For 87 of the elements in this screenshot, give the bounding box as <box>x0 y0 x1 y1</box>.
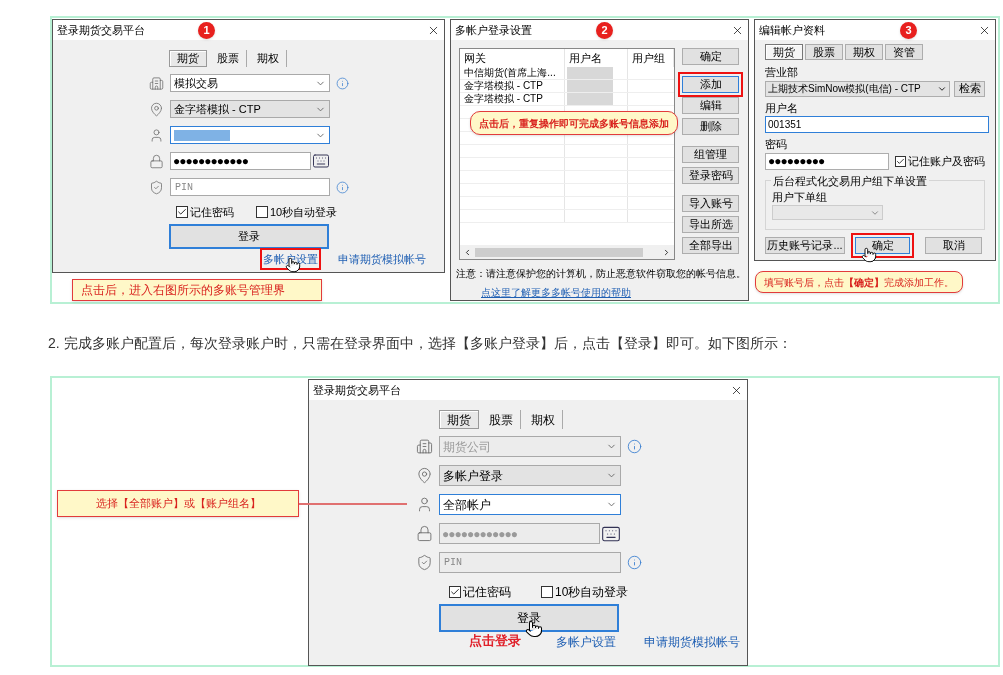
lock-icon <box>149 153 164 169</box>
column-header[interactable]: 网关 <box>460 49 565 67</box>
column-header[interactable]: 用户组 <box>628 49 674 67</box>
callout: 填写账号后，点击【确定】完成添加工作。 <box>755 271 963 293</box>
tab[interactable]: 资管 <box>885 44 923 60</box>
checkmark-icon <box>896 156 905 166</box>
action-button[interactable]: 组管理 <box>682 146 739 163</box>
window-title: 编辑帐户资料 <box>759 22 825 38</box>
action-button[interactable]: 导入账号 <box>682 195 739 212</box>
annotation-text: 点击登录 <box>469 632 521 650</box>
blurred-value <box>174 129 230 141</box>
dropdown[interactable]: 金字塔模拟 - CTP <box>170 100 330 118</box>
blurred-value <box>567 93 613 105</box>
action-button[interactable]: 登录密码 <box>682 167 739 184</box>
lock-icon <box>416 525 433 542</box>
callout: 点击后，进入右图所示的多账号管理界 <box>72 279 322 301</box>
blurred-value <box>567 67 613 79</box>
building-icon <box>416 438 433 455</box>
tab[interactable]: 股票 <box>481 410 521 429</box>
field-label: 用户名 <box>765 100 799 116</box>
checkbox[interactable]: 10秒自动登录 <box>256 204 338 221</box>
action-button[interactable]: 删除 <box>682 118 739 135</box>
field-label: 营业部 <box>765 65 799 80</box>
tab[interactable]: 期货 <box>765 44 803 60</box>
user-icon <box>416 496 433 513</box>
checkbox[interactable]: 记住密码 <box>449 583 511 601</box>
window-title: 多帐户登录设置 <box>455 22 532 38</box>
group-title: 后台程式化交易用户组下单设置 <box>771 172 929 189</box>
user-icon <box>149 127 164 143</box>
callout: 点击后，重复操作即可完成多账号信息添加 <box>470 111 678 135</box>
scroll-right-icon[interactable] <box>662 247 671 257</box>
location-pin-icon <box>416 467 433 484</box>
tab[interactable]: 期权 <box>523 410 563 429</box>
checkmark-icon <box>450 587 460 597</box>
tab[interactable]: 期权 <box>845 44 883 60</box>
paragraph: 2. 完成多账户配置后，每次登录账户时，只需在登录界面中，选择【多账户登录】后，点击【登录】即可。如下图所示： <box>48 334 793 353</box>
tab[interactable]: 期货 <box>439 410 479 429</box>
action-button[interactable]: 编辑 <box>682 97 739 114</box>
note-text: 注意：请注意保护您的计算机，防止恶意软件窃取您的帐号信息。 <box>455 267 747 281</box>
link[interactable]: 多帐户设置 <box>556 633 616 651</box>
link[interactable]: 多帐户设置 <box>263 250 318 267</box>
shield-check-icon <box>416 554 433 571</box>
table-cell: 中信期货(首席上海... <box>464 68 556 78</box>
step-badge: 2 <box>596 22 613 39</box>
scroll-left-icon[interactable] <box>463 247 472 257</box>
username-field[interactable]: 001351 <box>765 116 989 133</box>
dropdown[interactable]: 模拟交易 <box>170 74 330 92</box>
table-cell: 金字塔模拟 - CTP <box>464 94 543 104</box>
checkbox[interactable]: 10秒自动登录 <box>541 583 629 601</box>
tab[interactable]: 股票 <box>805 44 843 60</box>
password-field[interactable]: ●●●●●●●●●●●● <box>170 152 311 170</box>
building-icon <box>149 75 164 91</box>
blurred-value <box>567 80 613 92</box>
dialog-button[interactable]: 取消 <box>925 236 982 254</box>
window-title: 登录期货交易平台 <box>313 382 401 398</box>
link[interactable]: 申请期货模拟帐号 <box>644 633 740 651</box>
action-button[interactable]: 确定 <box>682 48 739 65</box>
window-title: 登录期货交易平台 <box>57 22 145 38</box>
shield-check-icon <box>149 179 164 195</box>
tab[interactable]: 期权 <box>249 50 287 67</box>
checkbox[interactable]: 记住密码 <box>176 204 234 221</box>
dropdown[interactable] <box>170 126 330 144</box>
dialog-button[interactable]: 历史账号记录... <box>765 236 845 254</box>
step-badge: 3 <box>900 22 917 39</box>
login-button[interactable]: 登录 <box>169 223 329 249</box>
tab[interactable]: 股票 <box>209 50 247 67</box>
tab[interactable]: 期货 <box>169 50 207 67</box>
checkbox[interactable]: 记住账户及密码 <box>895 152 985 170</box>
callout: 选择【全部账户】或【账户组名】 <box>57 490 299 517</box>
link[interactable]: 申请期货模拟帐号 <box>338 250 426 267</box>
keyboard-icon[interactable] <box>312 152 330 170</box>
checkmark-icon <box>177 207 187 218</box>
action-button[interactable]: 导出所选 <box>682 216 739 233</box>
dropdown[interactable]: 全部帐户 <box>439 494 621 515</box>
table-cell: 金字塔模拟 - CTP <box>464 81 543 91</box>
field-label: 用户下单组 <box>772 189 828 205</box>
pin-field[interactable]: PIN <box>170 178 330 196</box>
dropdown[interactable]: 上期技术SimNow模拟(电信) - CTP <box>765 80 951 97</box>
step-badge: 1 <box>198 22 215 39</box>
field-label: 密码 <box>765 137 788 152</box>
action-button[interactable]: 全部导出 <box>682 237 739 254</box>
dropdown[interactable]: 多帐户登录 <box>439 465 621 486</box>
horizontal-scrollbar[interactable] <box>460 245 674 259</box>
password-field[interactable]: ●●●●●●●●● <box>765 152 889 170</box>
search-button[interactable]: 检索 <box>954 80 985 97</box>
location-pin-icon <box>149 101 164 117</box>
help-link[interactable]: 点这里了解更多多帐号使用的帮助 <box>451 285 748 300</box>
